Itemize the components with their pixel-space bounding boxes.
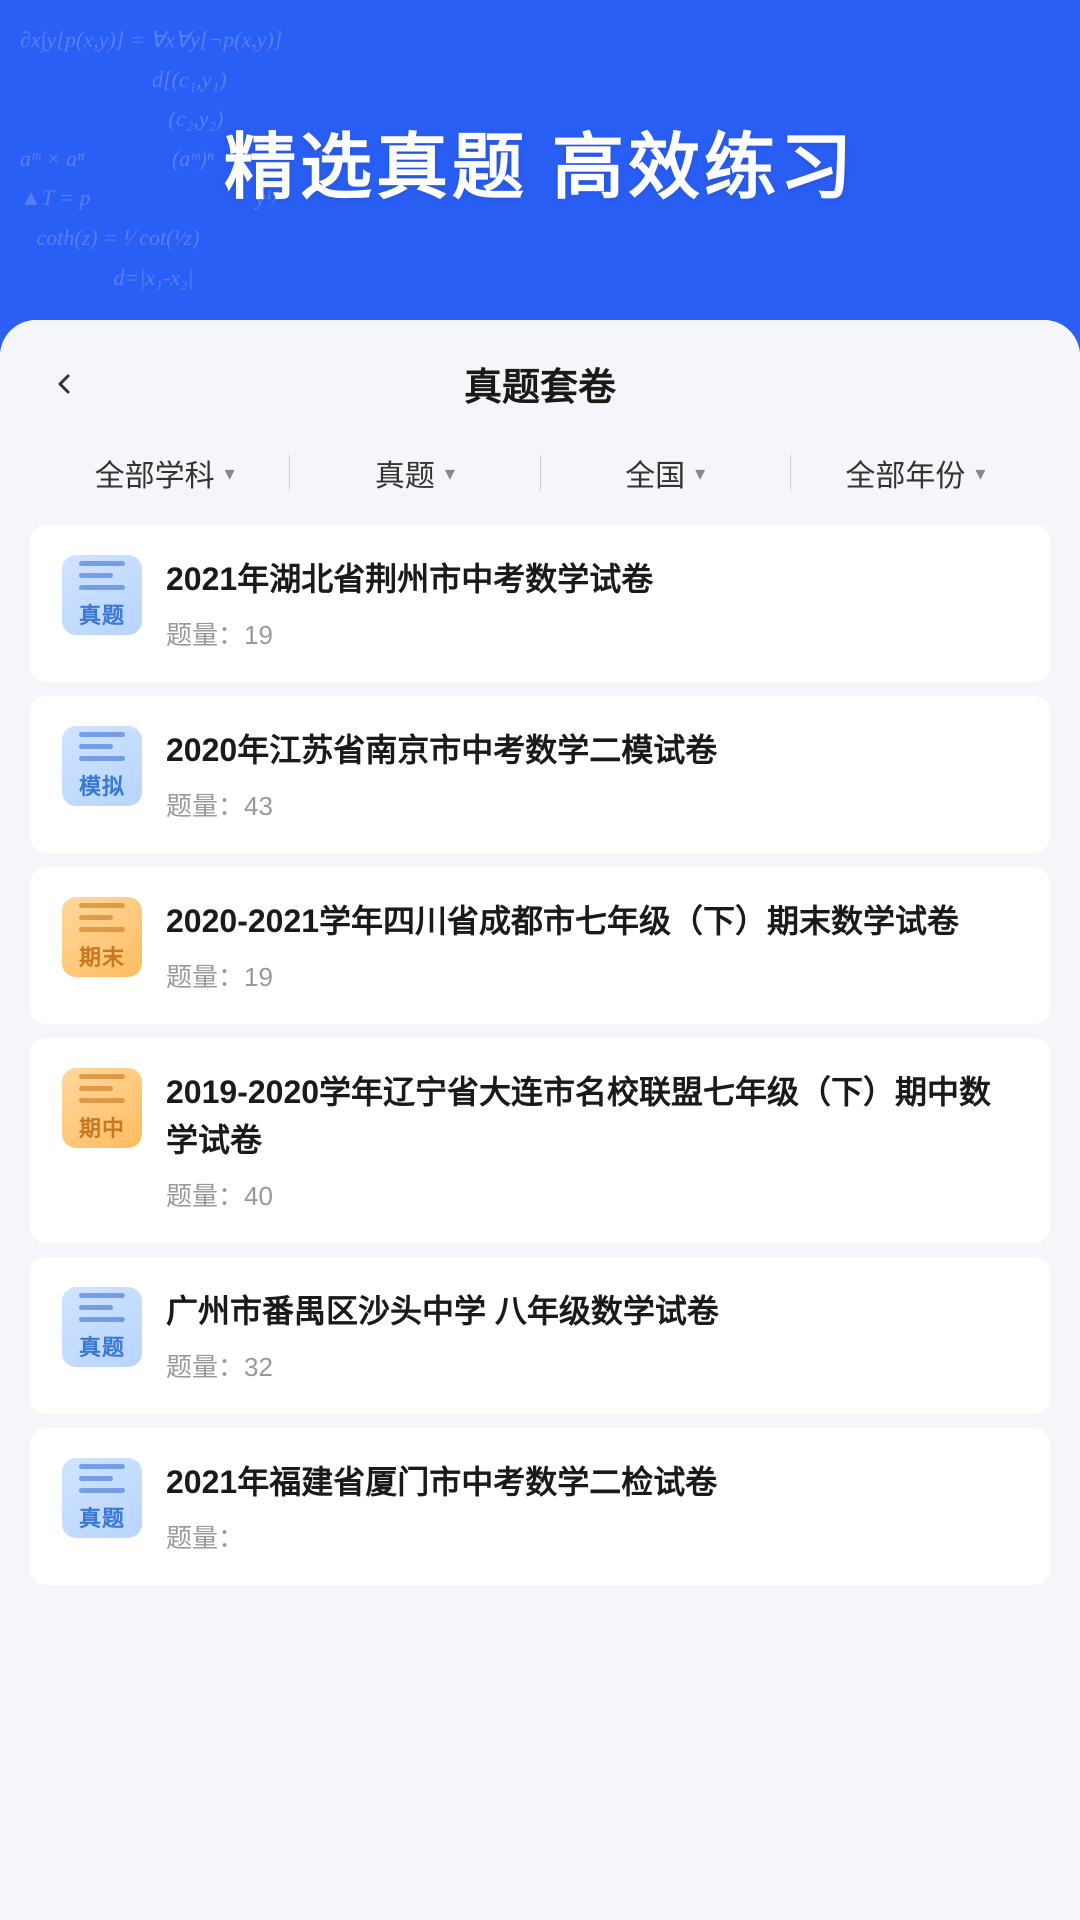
exam-title: 广州市番禺区沙头中学 八年级数学试卷 (166, 1287, 1018, 1335)
filter-type[interactable]: 真题 ▾ (290, 441, 539, 505)
exam-meta: 题量：19 (166, 615, 1018, 652)
exam-meta: 题量：32 (166, 1347, 1018, 1384)
exam-title: 2019-2020学年辽宁省大连市名校联盟七年级（下）期中数学试卷 (166, 1068, 1018, 1164)
exam-badge: 期末 (62, 897, 142, 977)
exam-item[interactable]: 期末 2020-2021学年四川省成都市七年级（下）期末数学试卷 题量：19 (30, 867, 1050, 1024)
main-card: 真题套卷 全部学科 ▾ 真题 ▾ 全国 ▾ 全部年份 ▾ (0, 320, 1080, 1920)
hero-title: 精选真题 高效练习 (224, 108, 856, 213)
exam-title: 2021年福建省厦门市中考数学二检试卷 (166, 1458, 1018, 1506)
filter-region[interactable]: 全国 ▾ (541, 441, 790, 505)
card-header: 真题套卷 (0, 320, 1080, 431)
page-title: 真题套卷 (464, 356, 616, 411)
exam-badge: 模拟 (62, 726, 142, 806)
exam-badge: 真题 (62, 1458, 142, 1538)
exam-list: 真题 2021年湖北省荆州市中考数学试卷 题量：19 模拟 2020年江苏省南 (0, 525, 1080, 1597)
exam-meta: 题量：43 (166, 786, 1018, 823)
exam-meta: 题量：19 (166, 957, 1018, 994)
filter-type-arrow: ▾ (445, 461, 455, 486)
exam-badge: 真题 (62, 555, 142, 635)
exam-item[interactable]: 真题 2021年福建省厦门市中考数学二检试卷 题量： (30, 1428, 1050, 1585)
exam-title: 2020-2021学年四川省成都市七年级（下）期末数学试卷 (166, 897, 1018, 945)
exam-item[interactable]: 真题 2021年湖北省荆州市中考数学试卷 题量：19 (30, 525, 1050, 682)
filter-year-arrow: ▾ (975, 461, 985, 486)
hero-section: 精选真题 高效练习 (0, 0, 1080, 320)
exam-badge: 期中 (62, 1068, 142, 1148)
filter-subject-arrow: ▾ (225, 461, 235, 486)
exam-badge: 真题 (62, 1287, 142, 1367)
exam-meta: 题量： (166, 1518, 1018, 1555)
exam-item[interactable]: 期中 2019-2020学年辽宁省大连市名校联盟七年级（下）期中数学试卷 题量：… (30, 1038, 1050, 1243)
filter-subject[interactable]: 全部学科 ▾ (40, 441, 289, 505)
exam-title: 2021年湖北省荆州市中考数学试卷 (166, 555, 1018, 603)
exam-item[interactable]: 模拟 2020年江苏省南京市中考数学二模试卷 题量：43 (30, 696, 1050, 853)
back-button[interactable] (40, 360, 88, 408)
filter-bar: 全部学科 ▾ 真题 ▾ 全国 ▾ 全部年份 ▾ (0, 431, 1080, 525)
exam-meta: 题量：40 (166, 1176, 1018, 1213)
filter-year[interactable]: 全部年份 ▾ (791, 441, 1040, 505)
exam-title: 2020年江苏省南京市中考数学二模试卷 (166, 726, 1018, 774)
filter-region-arrow: ▾ (695, 461, 705, 486)
exam-item[interactable]: 真题 广州市番禺区沙头中学 八年级数学试卷 题量：32 (30, 1257, 1050, 1414)
